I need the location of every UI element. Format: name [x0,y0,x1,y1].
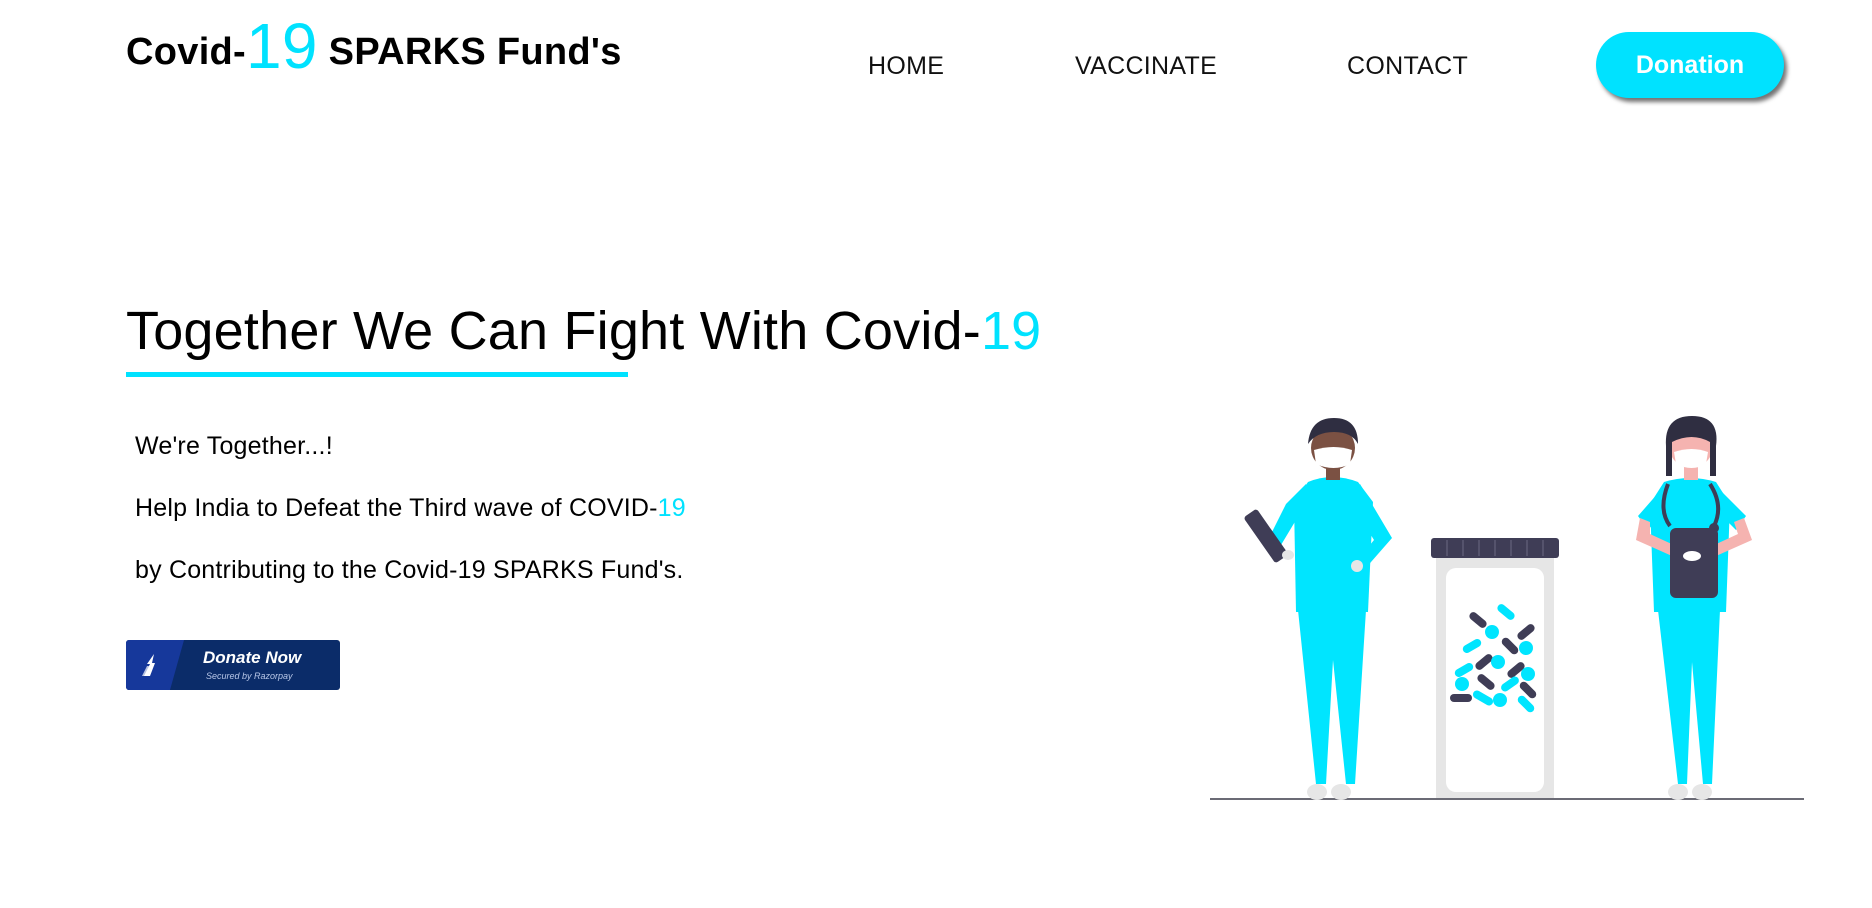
doctor-right-figure [1636,416,1752,800]
hero-title-main: Together We Can Fight With Covid- [126,301,981,361]
medicine-jar [1431,538,1559,798]
hero-line-help-main: Help India to Defeat the Third wave of C… [135,494,658,522]
hero-line-help: Help India to Defeat the Third wave of C… [135,494,686,523]
nav-contact[interactable]: CONTACT [1347,52,1468,81]
hero-title-accent: 19 [980,301,1042,361]
razorpay-button-label: Donate Now [203,648,302,667]
logo-suffix: SPARKS Fund's [317,31,622,73]
doctors-medicine-jar-illustration [1210,416,1804,800]
hero-line-contribute: by Contributing to the Covid-19 SPARKS F… [135,556,684,584]
logo-number: 19 [246,10,318,82]
razorpay-donate-button[interactable]: Donate Now Secured by Razorpay [126,640,340,690]
hero-line-together: We're Together...! [135,432,333,460]
razorpay-left-slant [170,640,184,690]
donation-button[interactable]: Donation [1596,32,1784,98]
site-logo[interactable]: Covid-19 SPARKS Fund's [126,14,622,78]
razorpay-logo-icon [142,654,155,676]
hero-line-help-accent: 19 [657,494,686,522]
page: Covid-19 SPARKS Fund's HOME VACCINATE CO… [0,0,1872,908]
hero-title: Together We Can Fight With Covid-19 [126,301,1042,361]
logo-prefix: Covid- [126,31,247,73]
nav-vaccinate[interactable]: VACCINATE [1075,52,1217,81]
nav-home[interactable]: HOME [868,52,944,81]
razorpay-button-sublabel: Secured by Razorpay [206,671,293,681]
title-underline [126,372,628,377]
doctor-left-figure [1244,418,1392,800]
